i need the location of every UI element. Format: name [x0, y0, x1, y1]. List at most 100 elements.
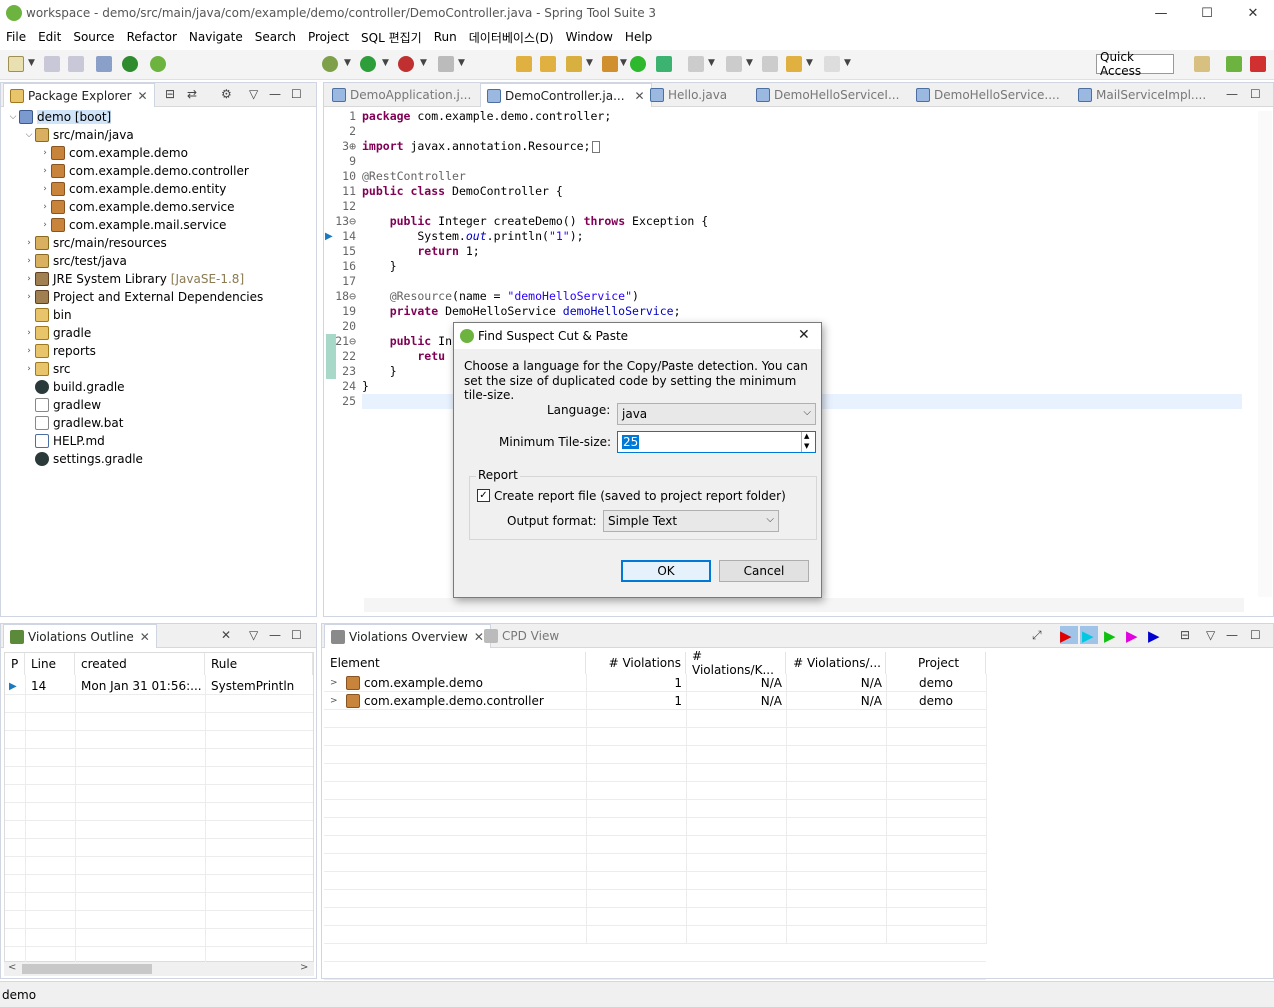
- code-line-19[interactable]: private DemoHelloService demoHelloServic…: [362, 304, 681, 318]
- filter-icon[interactable]: ⚙: [221, 87, 232, 101]
- scroll-thumb[interactable]: [22, 964, 152, 974]
- tab-demo-application[interactable]: DemoApplication.j...: [326, 83, 477, 107]
- code-line-3[interactable]: import javax.annotation.Resource;: [362, 139, 601, 153]
- expand-arrow-icon[interactable]: >: [330, 692, 338, 710]
- view-menu-icon[interactable]: ▽: [249, 628, 258, 642]
- menu-help[interactable]: Help: [619, 30, 658, 44]
- tree-item[interactable]: › gradle: [23, 324, 91, 342]
- folded-import-box-icon[interactable]: [592, 140, 601, 153]
- language-select[interactable]: java ⌵: [617, 403, 816, 425]
- column-header-violations-per-kloc[interactable]: # Violations/K...: [686, 649, 786, 677]
- scroll-left-icon[interactable]: <: [8, 962, 16, 973]
- menu-window[interactable]: Window: [560, 30, 619, 44]
- menu-navigate[interactable]: Navigate: [183, 30, 249, 44]
- tree-item[interactable]: settings.gradle: [23, 450, 143, 468]
- table-row[interactable]: > com.example.demo 1 N/A N/A demo: [324, 674, 986, 692]
- tree-item[interactable]: build.gradle: [23, 378, 125, 396]
- chevron-down-icon[interactable]: ⌵: [7, 112, 19, 122]
- overview-ruler[interactable]: [1258, 111, 1272, 597]
- tree-item[interactable]: ⌵ src/main/java: [23, 126, 134, 144]
- open-task-icon[interactable]: [540, 56, 556, 72]
- tree-item[interactable]: › src/test/java: [23, 252, 127, 270]
- tree-item[interactable]: › com.example.mail.service: [39, 216, 226, 234]
- tree-item[interactable]: › Project and External Dependencies: [23, 288, 263, 306]
- tree-item[interactable]: › JRE System Library [JavaSE-1.8]: [23, 270, 244, 288]
- filter-green-play-icon[interactable]: ▶: [1104, 627, 1116, 645]
- menu-run[interactable]: Run: [428, 30, 463, 44]
- menu-sql-editor[interactable]: SQL 편집기: [355, 29, 428, 46]
- column-header-project[interactable]: Project: [886, 652, 986, 674]
- maximize-button[interactable]: ☐: [1184, 0, 1230, 26]
- remove-violation-icon[interactable]: ✕: [221, 628, 231, 642]
- chevron-down-icon[interactable]: ⌵: [23, 130, 35, 140]
- tab-package-explorer[interactable]: Package Explorer ✕: [3, 83, 155, 107]
- close-tab-icon[interactable]: ✕: [140, 630, 150, 644]
- tab-cpd-view[interactable]: CPD View: [478, 624, 565, 648]
- debug-icon[interactable]: [322, 56, 338, 72]
- chevron-right-icon[interactable]: ›: [23, 274, 35, 284]
- print-icon[interactable]: [96, 56, 112, 72]
- chevron-right-icon[interactable]: ›: [23, 328, 35, 338]
- edit-icon[interactable]: ⤢: [1032, 628, 1042, 643]
- search-icon[interactable]: [566, 56, 582, 72]
- column-header-created[interactable]: created: [75, 653, 205, 675]
- save-all-icon[interactable]: [68, 56, 84, 72]
- column-header-priority[interactable]: P: [5, 653, 25, 675]
- tab-mail-service-impl[interactable]: MailServiceImpl....: [1072, 83, 1212, 107]
- open-type-icon[interactable]: [516, 56, 532, 72]
- tree-item[interactable]: › src/main/resources: [23, 234, 167, 252]
- maximize-view-icon[interactable]: ☐: [291, 628, 302, 642]
- chevron-right-icon[interactable]: ›: [39, 148, 51, 158]
- chevron-right-icon[interactable]: ›: [23, 292, 35, 302]
- code-line-1[interactable]: package com.example.demo.controller;: [362, 109, 611, 123]
- chevron-right-icon[interactable]: ›: [23, 364, 35, 374]
- code-line-22[interactable]: retu: [362, 349, 445, 363]
- close-window-button[interactable]: ✕: [1230, 0, 1274, 26]
- chevron-right-icon[interactable]: ›: [23, 346, 35, 356]
- chevron-right-icon[interactable]: ›: [23, 256, 35, 266]
- menu-source[interactable]: Source: [67, 30, 120, 44]
- menu-project[interactable]: Project: [302, 30, 355, 44]
- spin-up-icon[interactable]: ▲: [804, 432, 809, 440]
- chevron-right-icon[interactable]: ›: [39, 166, 51, 176]
- column-header-violations[interactable]: # Violations: [586, 652, 686, 674]
- link-editor-icon[interactable]: ⇄: [187, 87, 197, 101]
- quick-access-field[interactable]: Quick Access: [1096, 50, 1174, 78]
- editor-hscrollbar[interactable]: [364, 598, 1244, 612]
- menu-edit[interactable]: Edit: [32, 30, 67, 44]
- tab-violations-outline[interactable]: Violations Outline ✕: [3, 624, 157, 648]
- filter-magenta-play-icon[interactable]: ▶: [1126, 627, 1138, 645]
- code-line-14[interactable]: System.out.println("1");: [362, 229, 583, 243]
- minimize-view-icon[interactable]: —: [269, 87, 281, 101]
- tree-item[interactable]: › com.example.demo.entity: [39, 180, 226, 198]
- minimize-editor-icon[interactable]: —: [1226, 87, 1238, 101]
- tree-item[interactable]: ⌵ demo [boot]: [7, 108, 112, 126]
- last-edit-icon[interactable]: [762, 56, 778, 72]
- external-tools-icon[interactable]: [398, 56, 414, 72]
- code-line-21[interactable]: public In: [362, 334, 452, 348]
- back-icon[interactable]: [786, 56, 802, 72]
- pmd-icon[interactable]: [602, 56, 618, 72]
- save-icon[interactable]: [44, 56, 60, 72]
- outline-hscrollbar[interactable]: < >: [4, 962, 314, 976]
- column-header-line[interactable]: Line: [25, 653, 75, 675]
- output-format-select[interactable]: Simple Text ⌵: [603, 510, 779, 532]
- maximize-view-icon[interactable]: ☐: [1250, 628, 1261, 642]
- tree-item[interactable]: › src: [23, 360, 71, 378]
- green-dot-icon[interactable]: [630, 56, 646, 72]
- code-line-18[interactable]: @Resource(name = "demoHelloService"): [362, 289, 639, 303]
- tree-item[interactable]: HELP.md: [23, 432, 105, 450]
- minimize-button[interactable]: —: [1138, 0, 1184, 26]
- collapse-all-icon[interactable]: ⊟: [1180, 628, 1190, 642]
- spring-perspective-icon[interactable]: [1226, 56, 1242, 72]
- chevron-right-icon[interactable]: ›: [39, 220, 51, 230]
- tile-size-spinner[interactable]: ▲ ▼: [801, 432, 815, 452]
- tree-item[interactable]: gradlew.bat: [23, 414, 123, 432]
- close-dialog-button[interactable]: ✕: [798, 327, 810, 343]
- next-annotation-icon[interactable]: [688, 56, 704, 72]
- column-header-rule[interactable]: Rule: [205, 653, 313, 675]
- tab-demo-hello-service[interactable]: DemoHelloService....: [910, 83, 1066, 107]
- table-row[interactable]: > com.example.demo.controller 1 N/A N/A …: [324, 692, 986, 710]
- tree-item[interactable]: › com.example.demo.service: [39, 198, 235, 216]
- close-tab-icon[interactable]: ✕: [138, 89, 148, 103]
